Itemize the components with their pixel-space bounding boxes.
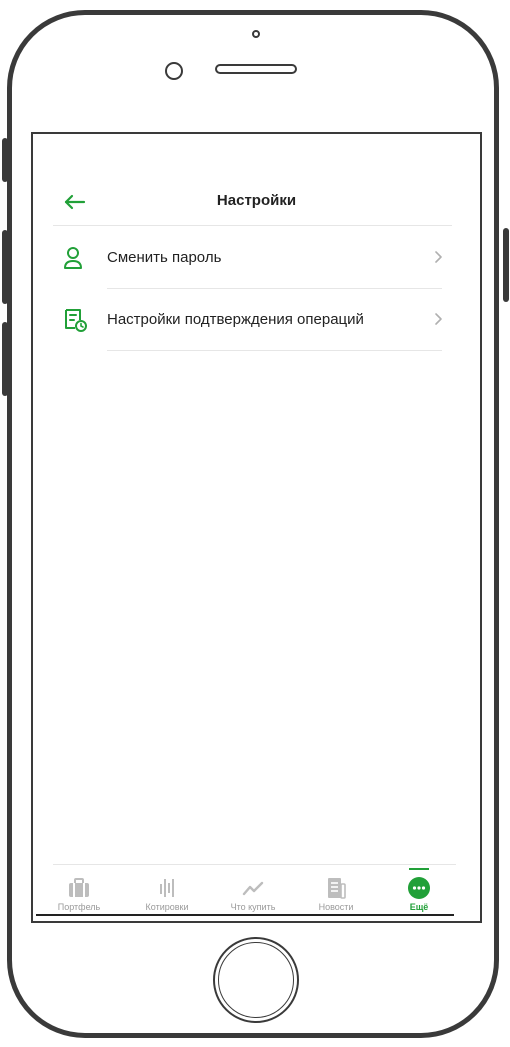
tab-quotes[interactable]: Котировки — [130, 870, 204, 918]
tab-label: Что купить — [230, 902, 276, 912]
settings-item-confirmation[interactable]: Настройки подтверждения операций — [33, 289, 480, 351]
more-dots-icon — [408, 877, 430, 899]
tab-portfolio[interactable]: Портфель — [42, 870, 116, 918]
home-button[interactable] — [213, 937, 299, 1023]
top-bar: Настройки — [33, 182, 480, 226]
chevron-right-icon — [435, 251, 442, 263]
power-button — [503, 228, 509, 302]
tab-what-to-buy[interactable]: Что купить — [216, 870, 290, 918]
volume-up-button — [2, 230, 8, 304]
settings-item-change-password[interactable]: Сменить пароль — [33, 227, 480, 289]
tab-label: Котировки — [145, 902, 189, 912]
chevron-right-icon — [435, 313, 442, 325]
bars-icon — [160, 879, 174, 897]
app-screen: Настройки Сменить пароль Настройки подтв… — [31, 132, 482, 923]
settings-item-label: Настройки подтверждения операций — [107, 311, 364, 328]
proximity-sensor — [252, 30, 260, 38]
header-divider — [53, 225, 452, 226]
briefcase-icon — [69, 878, 89, 897]
front-camera — [165, 62, 183, 80]
tab-label: Ещё — [409, 902, 429, 912]
tab-label: Портфель — [57, 902, 101, 912]
tab-news[interactable]: Новости — [299, 870, 373, 918]
tab-label: Новости — [318, 902, 354, 912]
trend-icon — [242, 881, 264, 896]
tabbar-bottom-line — [36, 914, 454, 916]
active-tab-indicator — [409, 868, 429, 870]
earpiece-speaker — [215, 64, 297, 74]
tab-more[interactable]: Ещё — [382, 870, 456, 918]
mute-switch — [2, 138, 8, 182]
document-clock-icon — [65, 309, 87, 332]
page-title: Настройки — [216, 192, 297, 209]
settings-item-label: Сменить пароль — [107, 249, 222, 266]
user-icon — [64, 247, 82, 269]
tabbar-divider — [53, 864, 456, 865]
volume-down-button — [2, 322, 8, 396]
newspaper-icon — [328, 878, 346, 899]
row-divider — [107, 350, 442, 351]
bottom-tab-bar: Портфель Котировки Что купить Новости Ещ… — [33, 864, 480, 921]
